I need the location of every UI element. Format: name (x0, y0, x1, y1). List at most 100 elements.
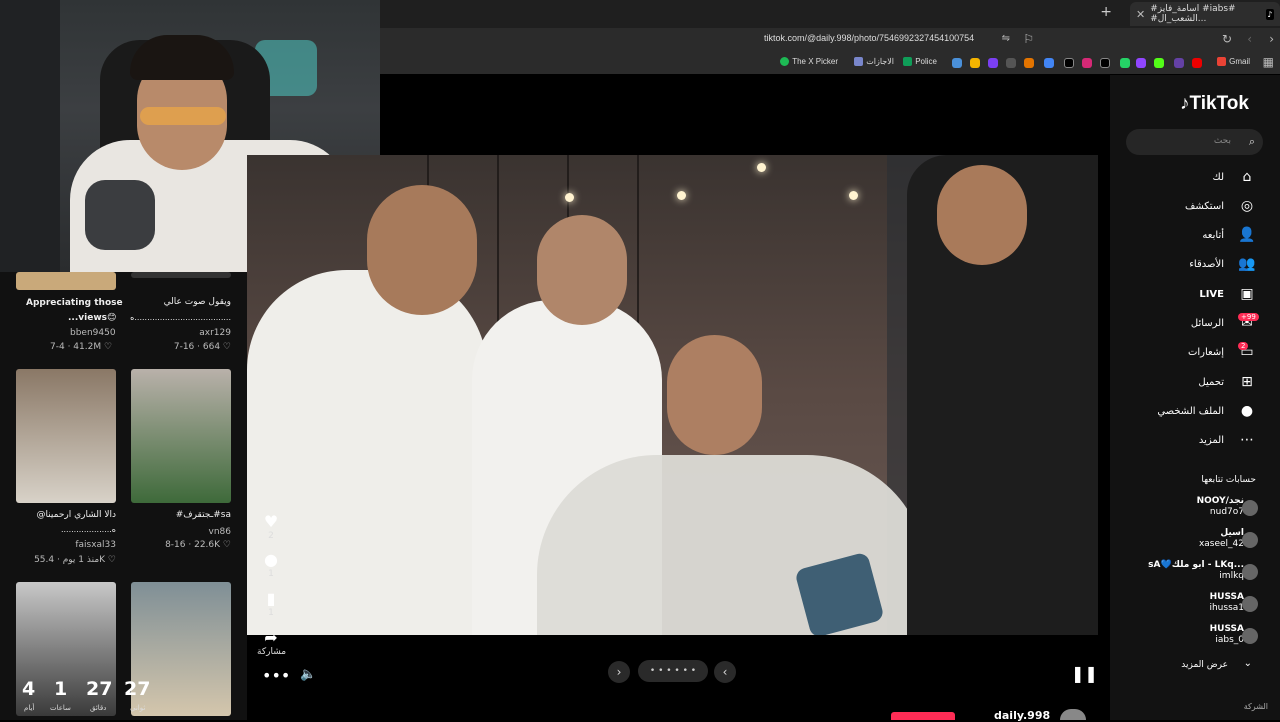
misc-bm-icon[interactable] (1024, 58, 1034, 68)
nav-live[interactable]: LIVE ▣ (1199, 286, 1256, 302)
followed-account[interactable]: NOOY/نجد nud7o7 (1197, 496, 1244, 518)
video-thumbnail[interactable] (131, 369, 231, 503)
avatar[interactable] (1242, 564, 1258, 580)
share-button[interactable]: ➦ مشاركة (257, 628, 286, 657)
url-text[interactable]: tiktok.com/@daily.998/photo/754699232745… (764, 33, 974, 43)
bookmark-x-picker[interactable]: The X Picker (780, 57, 838, 66)
orange-glasses (140, 107, 226, 125)
card-title[interactable]: #ـجتقرف#sa (176, 510, 231, 520)
comment-button[interactable]: ● 1 (261, 550, 281, 579)
see-more-link[interactable]: عرض المزيد (1181, 660, 1228, 670)
avatar[interactable] (1242, 532, 1258, 548)
avatar[interactable] (1242, 596, 1258, 612)
nav-explore[interactable]: استكشف ◎ (1185, 198, 1256, 214)
browser-tab[interactable]: ✕ #اسامة_فايز #iabs# #الشعب_ال... ♪ (1130, 2, 1280, 26)
browser-tab-bar: + ✕ #اسامة_فايز #iabs# #الشعب_ال... ♪ (380, 0, 1280, 28)
footer-company[interactable]: الشركة (1244, 702, 1268, 711)
person-middle-face (537, 215, 627, 325)
twitch-icon[interactable] (1174, 58, 1184, 68)
nav-upload[interactable]: تحميل ⊞ (1198, 374, 1256, 390)
close-tab-icon[interactable]: ✕ (1136, 8, 1145, 21)
follow-button[interactable] (891, 712, 955, 720)
site-settings-icon[interactable]: ⇋ (1002, 33, 1010, 44)
avatar[interactable] (1242, 500, 1258, 516)
instagram-icon[interactable] (1082, 58, 1092, 68)
volume-icon[interactable]: 🔈 (300, 667, 316, 682)
forward-icon[interactable]: ‹ (1247, 32, 1252, 46)
video-thumbnail[interactable] (131, 272, 231, 278)
like-button[interactable]: ♥ 2 (261, 512, 281, 541)
bookmark-police[interactable]: Police (903, 57, 937, 66)
translate-icon[interactable] (1044, 58, 1054, 68)
friends-icon: 👥 (1238, 256, 1256, 272)
countdown-minutes: 27 (86, 678, 113, 700)
folder-icon[interactable] (970, 58, 980, 68)
card-user[interactable]: axr129 (199, 328, 231, 338)
followed-account[interactable]: HUSSA iabs_0 (1210, 624, 1244, 646)
explore-icon: ◎ (1240, 198, 1254, 214)
nav-profile[interactable]: الملف الشخصي ● (1157, 403, 1256, 419)
following-icon: 👤 (1238, 227, 1256, 243)
bookmark-star-icon[interactable]: ⚐ (1023, 32, 1034, 46)
bookmark-gmail[interactable]: Gmail (1217, 57, 1250, 66)
video-thumbnail[interactable] (16, 369, 116, 503)
card-user[interactable]: vn86 (209, 527, 231, 537)
photo-pagination[interactable]: • • • • • • (638, 660, 708, 682)
more-options-icon[interactable]: ••• (262, 666, 290, 685)
profile-icon: ● (1240, 403, 1254, 419)
card-user[interactable]: faisxal33 (75, 540, 116, 550)
tiktok-logo[interactable]: ♪TikTok (1180, 93, 1249, 115)
card-title-2[interactable]: ....................ه (61, 525, 116, 534)
card-title[interactable]: ويقول صوت عالي (164, 297, 231, 307)
followed-account[interactable]: sA💙ابو ملك - LKq... imlkq (1148, 560, 1244, 582)
author-name[interactable]: daily.998 (994, 709, 1050, 722)
whatsapp-icon[interactable] (1120, 58, 1130, 68)
link-icon[interactable] (952, 58, 962, 68)
nav-following[interactable]: أتابعه 👤 (1202, 227, 1256, 243)
search-placeholder: بحث (1213, 136, 1231, 146)
s-app-icon[interactable] (988, 58, 998, 68)
share-icon: ➦ (264, 628, 278, 647)
card-title-2[interactable]: ه...................................... (130, 313, 231, 322)
sheets-icon (903, 57, 913, 66)
more-icon: ⋯ (1240, 432, 1254, 448)
card-title[interactable]: Appreciating those (26, 298, 123, 308)
nav-more[interactable]: المزيد ⋯ (1199, 432, 1256, 448)
youtube-icon[interactable] (1192, 58, 1202, 68)
card-title[interactable]: @دالا الشاري ارحمينا (36, 510, 116, 520)
card-user[interactable]: bben9450 (70, 328, 116, 338)
x-icon[interactable] (1100, 58, 1110, 68)
tiktok-note-icon: ♪ (1180, 93, 1190, 114)
nav-friends[interactable]: الأصدقاء 👥 (1189, 256, 1256, 272)
main-video[interactable] (247, 155, 1098, 635)
bookmark-holidays[interactable]: الاجازات (854, 57, 894, 66)
chevron-down-icon[interactable]: ⌄ (1244, 658, 1252, 669)
comment-icon: ● (264, 550, 278, 569)
apps-grid-icon[interactable]: ▦ (1263, 55, 1274, 69)
twitch-alt-icon[interactable] (1136, 58, 1146, 68)
video-thumbnail[interactable] (16, 272, 116, 290)
next-photo-button[interactable]: › (608, 661, 630, 683)
github-icon[interactable] (1006, 58, 1016, 68)
pause-icon[interactable]: ❚❚ (1071, 664, 1098, 683)
card-title-2[interactable]: ...views😊 (68, 313, 116, 323)
back-icon[interactable]: › (1269, 32, 1274, 46)
nav-for-you[interactable]: لك ⌂ (1213, 169, 1256, 185)
new-tab-button[interactable]: + (1100, 4, 1112, 20)
bookmark-button[interactable]: ▮ 1 (261, 589, 281, 618)
countdown-days-label: أيام (24, 704, 35, 712)
followed-account[interactable]: HUSSA ihussa1 (1209, 592, 1244, 614)
streamer-hair (130, 35, 234, 80)
kick-icon[interactable] (1154, 58, 1164, 68)
avatar[interactable] (1242, 628, 1258, 644)
author-avatar[interactable] (1060, 709, 1086, 720)
tiktok-bm-icon[interactable] (1064, 58, 1074, 68)
previous-photo-button[interactable]: ‹ (714, 661, 736, 683)
seated-person-face (667, 335, 762, 455)
followed-account[interactable]: اسيل xaseel_42 (1199, 528, 1244, 550)
home-icon: ⌂ (1242, 169, 1252, 185)
card-meta: 7-16 · 664 ♡ (173, 342, 231, 352)
reload-icon[interactable]: ↻ (1222, 32, 1232, 46)
card-meta: منذ 1 يوم · 55.4K ♡ (34, 555, 116, 565)
search-input[interactable]: ⌕ بحث (1126, 129, 1263, 155)
